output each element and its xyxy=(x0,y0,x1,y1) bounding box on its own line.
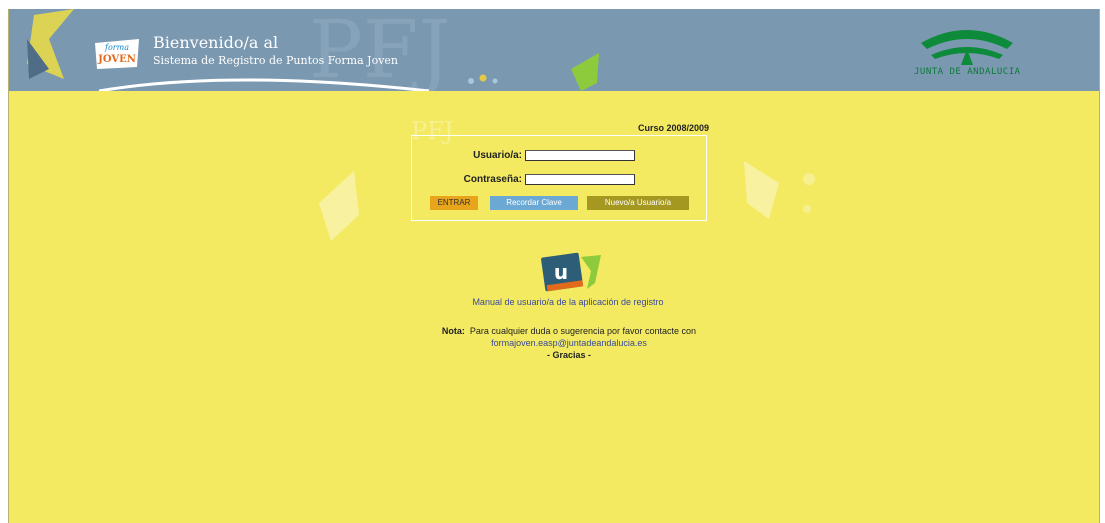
remember-password-button[interactable]: Recordar Clave xyxy=(490,196,578,210)
password-label: Contraseña: xyxy=(463,174,522,185)
course-year: Curso 2008/2009 xyxy=(637,123,709,133)
svg-text:forma: forma xyxy=(104,43,129,52)
username-label: Usuario/a: xyxy=(473,150,522,161)
note-text: Para cualquier duda o sugerencia por fav… xyxy=(469,326,697,336)
enter-button[interactable]: ENTRAR xyxy=(430,196,478,210)
contact-email-link[interactable]: formajoven.easp@juntadeandalucia.es xyxy=(491,338,647,348)
new-user-button[interactable]: Nuevo/a Usuario/a xyxy=(587,196,689,210)
header-watermark: PFJ xyxy=(309,9,450,91)
header-banner: PFJ forma JOVEN Bienvenido/a al Sistema … xyxy=(9,9,1099,91)
contact-note: Nota: Para cualquier duda o sugerencia p… xyxy=(389,325,749,361)
user-manual-link[interactable]: Manual de usuario/a de la aplicación de … xyxy=(409,297,727,307)
junta-andalucia-label: JUNTA DE ANDALUCIA xyxy=(914,67,1021,77)
forma-joven-logo: forma JOVEN xyxy=(95,39,139,69)
welcome-title: Bienvenido/a al xyxy=(153,33,279,52)
thanks-text: - Gracias - xyxy=(546,350,592,360)
note-label: Nota: xyxy=(441,326,465,336)
svg-text:JOVEN: JOVEN xyxy=(97,54,136,65)
svg-text:u: u xyxy=(554,260,568,284)
manual-book-icon[interactable]: u xyxy=(537,249,607,295)
welcome-subtitle: Sistema de Registro de Puntos Forma Jove… xyxy=(153,54,398,67)
password-input[interactable] xyxy=(525,174,635,185)
login-form: Usuario/a: Contraseña: ENTRAR Recordar C… xyxy=(411,135,707,221)
username-input[interactable] xyxy=(525,150,635,161)
page-frame: PFJ forma JOVEN Bienvenido/a al Sistema … xyxy=(8,9,1100,523)
